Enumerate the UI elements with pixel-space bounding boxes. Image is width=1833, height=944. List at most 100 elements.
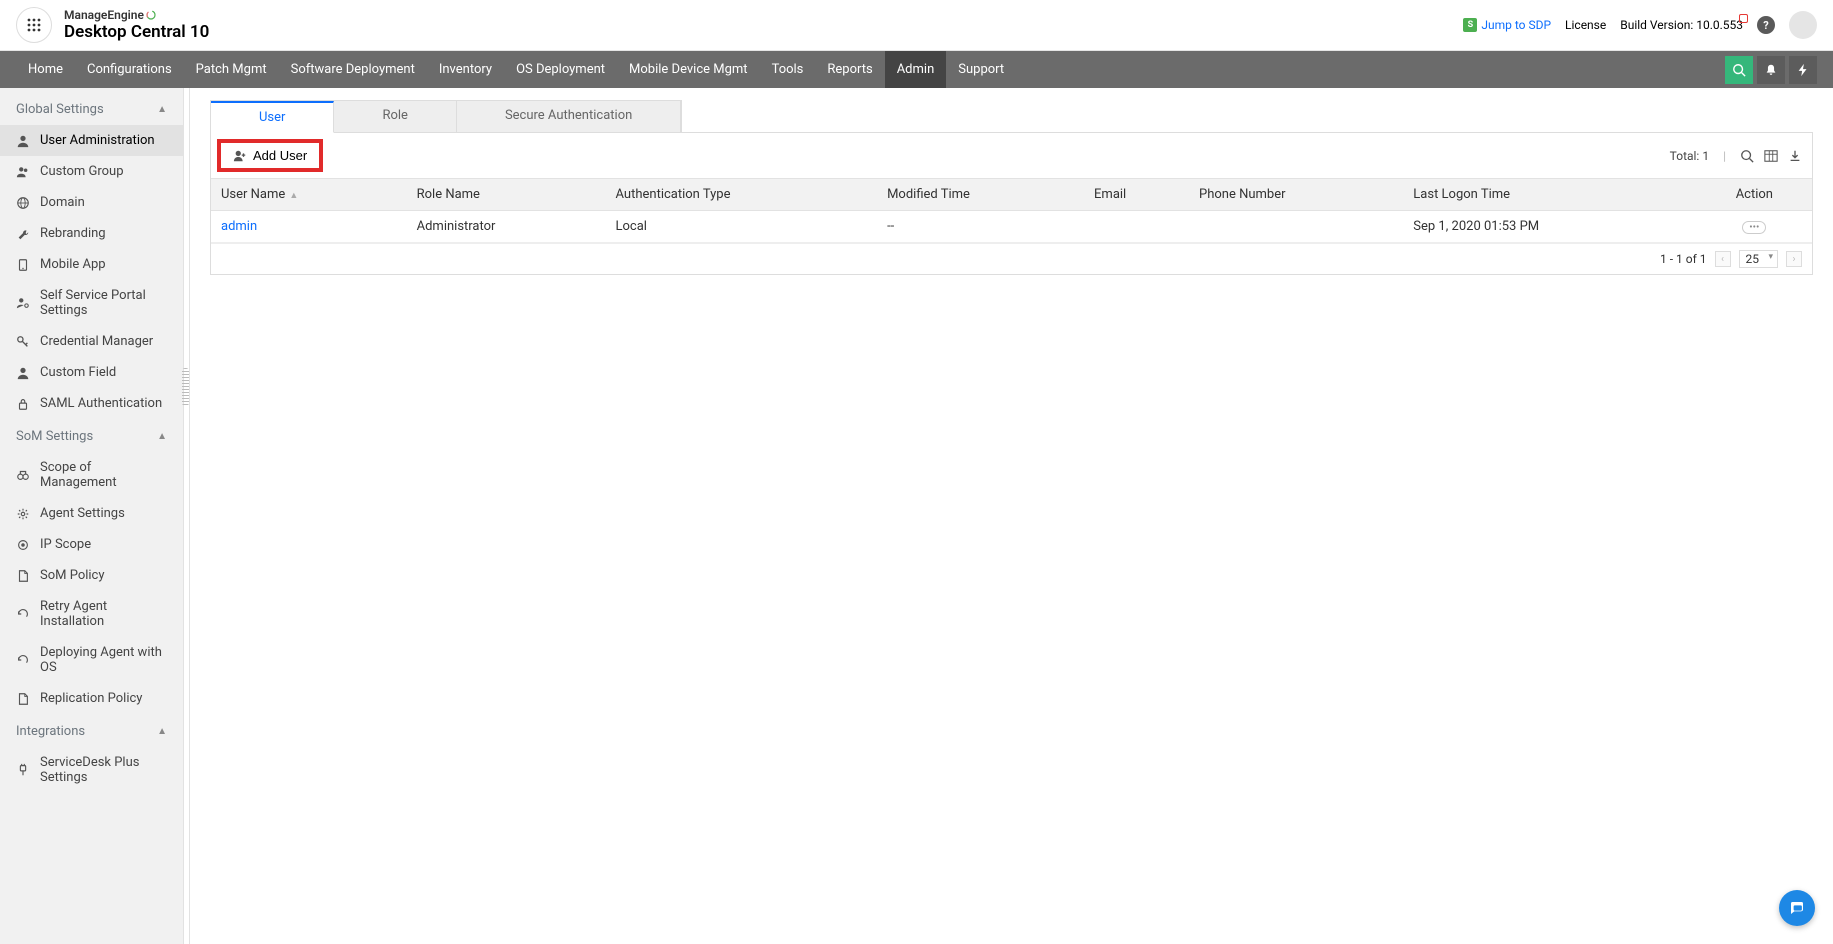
- toolbar-icons: [1740, 149, 1802, 163]
- column-header-role-name[interactable]: Role Name: [407, 179, 606, 211]
- topnav-item-os-deployment[interactable]: OS Deployment: [504, 51, 617, 88]
- sidebar-item-label: Custom Field: [40, 365, 116, 380]
- sidebar-item-self-service-portal-settings[interactable]: Self Service Portal Settings: [0, 280, 183, 326]
- column-header-last-logon-time[interactable]: Last Logon Time: [1403, 179, 1696, 211]
- topnav-item-admin[interactable]: Admin: [885, 51, 947, 88]
- topnav-item-reports[interactable]: Reports: [815, 51, 884, 88]
- bolt-icon: [1796, 63, 1810, 77]
- sidebar-item-replication-policy[interactable]: Replication Policy: [0, 683, 183, 714]
- sidebar-item-label: SoM Policy: [40, 568, 105, 583]
- user-gear-icon: [16, 296, 30, 310]
- cell-last-logon: Sep 1, 2020 01:53 PM: [1403, 211, 1696, 243]
- top-nav-actions: [1725, 56, 1817, 84]
- sidebar-section-som-settings[interactable]: SoM Settings▲: [0, 419, 183, 452]
- brand: ManageEngine Desktop Central 10: [64, 8, 209, 42]
- help-button[interactable]: ?: [1757, 16, 1775, 34]
- add-user-icon: [233, 149, 247, 163]
- sidebar-item-rebranding[interactable]: Rebranding: [0, 218, 183, 249]
- column-header-user-name[interactable]: User Name▲: [211, 179, 407, 211]
- sidebar-item-domain[interactable]: Domain: [0, 187, 183, 218]
- pager-prev-button[interactable]: ‹: [1715, 251, 1731, 267]
- sidebar-section-global-settings[interactable]: Global Settings▲: [0, 92, 183, 125]
- sidebar-item-label: IP Scope: [40, 537, 91, 552]
- pager-size-select[interactable]: 25: [1739, 250, 1779, 268]
- table-row: adminAdministratorLocal--Sep 1, 2020 01:…: [211, 211, 1812, 243]
- retry-icon: [16, 607, 30, 621]
- sort-asc-icon: ▲: [289, 191, 298, 201]
- sdp-badge-icon: S: [1463, 18, 1477, 32]
- add-user-button[interactable]: Add User: [217, 139, 323, 172]
- sidebar-item-custom-group[interactable]: Custom Group: [0, 156, 183, 187]
- topnav-item-configurations[interactable]: Configurations: [75, 51, 184, 88]
- sidebar-item-servicedesk-plus-settings[interactable]: ServiceDesk Plus Settings: [0, 747, 183, 793]
- chat-fab[interactable]: [1779, 890, 1815, 926]
- pager: 1 - 1 of 1 ‹ 25 ›: [211, 243, 1812, 274]
- sidebar-item-custom-field[interactable]: Custom Field: [0, 357, 183, 388]
- user-name-link[interactable]: admin: [221, 219, 257, 234]
- sidebar-item-agent-settings[interactable]: Agent Settings: [0, 498, 183, 529]
- topnav-item-tools[interactable]: Tools: [760, 51, 816, 88]
- pager-range: 1 - 1 of 1: [1660, 252, 1706, 266]
- column-header-phone-number[interactable]: Phone Number: [1189, 179, 1403, 211]
- sidebar-item-ip-scope[interactable]: IP Scope: [0, 529, 183, 560]
- sidebar-item-label: SAML Authentication: [40, 396, 162, 411]
- topnav-item-software-deployment[interactable]: Software Deployment: [279, 51, 427, 88]
- users-icon: [16, 165, 30, 179]
- total-label: Total: 1: [1670, 149, 1709, 163]
- toolbar: Add User Total: 1 |: [211, 133, 1812, 178]
- topnav-item-inventory[interactable]: Inventory: [427, 51, 504, 88]
- sidebar-collapse-handle[interactable]: [184, 88, 190, 944]
- avatar[interactable]: [1789, 11, 1817, 39]
- table-body: adminAdministratorLocal--Sep 1, 2020 01:…: [211, 211, 1812, 243]
- sidebar-item-saml-authentication[interactable]: SAML Authentication: [0, 388, 183, 419]
- sidebar-item-label: Custom Group: [40, 164, 124, 179]
- content: UserRoleSecure Authentication Add User T…: [190, 88, 1833, 944]
- bell-icon: [1764, 63, 1778, 77]
- tab-role[interactable]: Role: [334, 101, 456, 132]
- sidebar-item-user-administration[interactable]: User Administration: [0, 125, 183, 156]
- brand-swirl-icon: [146, 10, 156, 20]
- topnav-item-home[interactable]: Home: [16, 51, 75, 88]
- row-action-button[interactable]: •••: [1742, 221, 1766, 234]
- sidebar-item-deploying-agent-with-os[interactable]: Deploying Agent with OS: [0, 637, 183, 683]
- table-header-row: User Name▲Role NameAuthentication TypeMo…: [211, 179, 1812, 211]
- cell-role: Administrator: [407, 211, 606, 243]
- topnav-item-mobile-device-mgmt[interactable]: Mobile Device Mgmt: [617, 51, 760, 88]
- column-header-action[interactable]: Action: [1697, 179, 1812, 211]
- search-button[interactable]: [1725, 56, 1753, 84]
- divider: |: [1723, 149, 1726, 163]
- quick-actions-button[interactable]: [1789, 56, 1817, 84]
- topnav-item-patch-mgmt[interactable]: Patch Mgmt: [184, 51, 279, 88]
- sidebar-item-label: Scope of Management: [40, 460, 167, 490]
- export-button[interactable]: [1788, 149, 1802, 163]
- sidebar-item-mobile-app[interactable]: Mobile App: [0, 249, 183, 280]
- columns-button[interactable]: [1764, 149, 1778, 163]
- chevron-up-icon: ▲: [157, 104, 167, 115]
- user-icon: [16, 366, 30, 380]
- apps-launcher-button[interactable]: [16, 7, 52, 43]
- notifications-button[interactable]: [1757, 56, 1785, 84]
- topnav-item-support[interactable]: Support: [946, 51, 1016, 88]
- tab-user[interactable]: User: [211, 101, 334, 133]
- sidebar-item-label: ServiceDesk Plus Settings: [40, 755, 167, 785]
- panel: Add User Total: 1 | User Name▲Role NameA…: [210, 132, 1813, 275]
- license-link[interactable]: License: [1565, 18, 1606, 32]
- column-header-email[interactable]: Email: [1084, 179, 1189, 211]
- sidebar-item-credential-manager[interactable]: Credential Manager: [0, 326, 183, 357]
- add-user-label: Add User: [253, 148, 307, 163]
- column-header-authentication-type[interactable]: Authentication Type: [606, 179, 878, 211]
- sidebar-item-retry-agent-installation[interactable]: Retry Agent Installation: [0, 591, 183, 637]
- sidebar-item-som-policy[interactable]: SoM Policy: [0, 560, 183, 591]
- chevron-up-icon: ▲: [157, 431, 167, 442]
- column-header-modified-time[interactable]: Modified Time: [877, 179, 1084, 211]
- pager-next-button[interactable]: ›: [1786, 251, 1802, 267]
- user-icon: [16, 134, 30, 148]
- table-search-button[interactable]: [1740, 149, 1754, 163]
- jump-to-sdp-link[interactable]: S Jump to SDP: [1463, 18, 1551, 32]
- sidebar-section-integrations[interactable]: Integrations▲: [0, 714, 183, 747]
- sidebar-item-scope-of-management[interactable]: Scope of Management: [0, 452, 183, 498]
- doc-icon: [16, 692, 30, 706]
- tab-secure-authentication[interactable]: Secure Authentication: [457, 101, 681, 132]
- plug-icon: [16, 763, 30, 777]
- gear-icon: [16, 507, 30, 521]
